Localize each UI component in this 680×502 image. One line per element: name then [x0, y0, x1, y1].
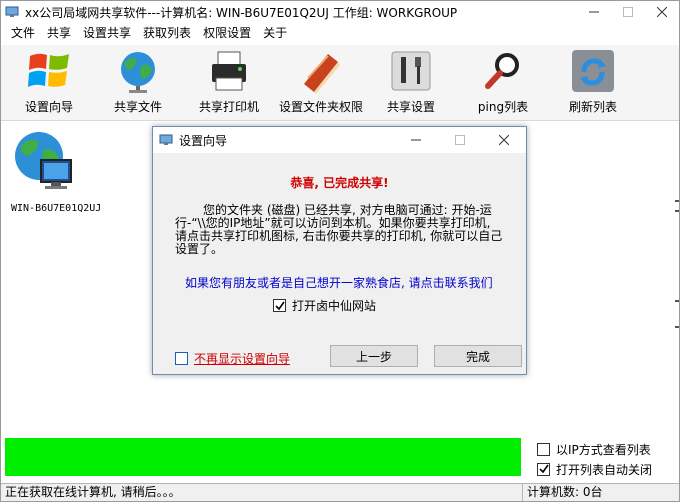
open-site-checkbox[interactable] — [273, 299, 286, 312]
menu-share-settings[interactable]: 设置共享 — [77, 23, 137, 43]
ip-view-checkbox[interactable] — [537, 442, 550, 456]
computer-item[interactable]: WIN-B6U7E01Q2UJ — [9, 126, 109, 214]
toolbar-label: 共享设置 — [386, 100, 435, 114]
progress-bar — [5, 438, 521, 476]
dialog-body-text: 您的文件夹 (磁盘) 已经共享, 对方电脑可通过: 开始-运行-“\\您的IP地… — [175, 203, 503, 256]
dialog-close-button[interactable] — [482, 127, 526, 153]
window-controls — [577, 1, 679, 23]
open-site-option[interactable]: 打开卤中仙网站 — [273, 297, 376, 314]
toolbar-label: 设置文件夹权限 — [278, 100, 363, 114]
dont-show-again-label: 不再显示设置向导 — [194, 352, 291, 366]
auto-close-checkbox[interactable] — [537, 462, 550, 476]
view-options: 以IP方式查看列表 打开列表自动关闭 — [537, 439, 677, 479]
auto-close-label: 打开列表自动关闭 — [556, 462, 653, 477]
dialog-title: 设置向导 — [179, 133, 228, 148]
title-bar: xx公司局域网共享软件---计算机名: WIN-B6U7E01Q2UJ 工作组:… — [1, 1, 679, 23]
computer-name: WIN-B6U7E01Q2UJ — [11, 203, 102, 214]
app-icon — [5, 6, 19, 17]
toolbar-label: 刷新列表 — [568, 100, 617, 114]
close-icon — [657, 7, 667, 17]
minimize-button[interactable] — [577, 1, 611, 23]
toolbar-folder-permissions[interactable]: 设置文件夹权限 — [277, 47, 365, 117]
toolbar-setup-wizard[interactable]: 设置向导 — [5, 47, 93, 117]
ip-view-option[interactable]: 以IP方式查看列表 — [537, 439, 677, 459]
toolbar-ping-list[interactable]: ping列表 — [459, 47, 547, 117]
toolbar-refresh-list[interactable]: 刷新列表 — [549, 47, 637, 117]
refresh-icon — [572, 50, 614, 92]
status-message: 正在获取在线计算机, 请稍后。。。 — [1, 484, 523, 501]
dialog-maximize-button — [438, 127, 482, 153]
dont-show-again-checkbox[interactable] — [175, 352, 188, 365]
close-button[interactable] — [645, 1, 679, 23]
network-computer-icon — [15, 132, 72, 189]
toolbar-share-printer[interactable]: 共享打印机 — [185, 47, 273, 117]
contact-us-link[interactable]: 如果您有朋友或者是自己想开一家熟食店, 请点击联系我们 — [185, 274, 493, 291]
dialog-controls — [394, 127, 526, 153]
ip-view-label: 以IP方式查看列表 — [556, 442, 651, 457]
printer-icon — [212, 51, 246, 91]
menu-about[interactable]: 关于 — [257, 23, 293, 43]
toolbar-label: ping列表 — [477, 100, 529, 114]
toolbar-share-files[interactable]: 共享文件 — [94, 47, 182, 117]
auto-close-option[interactable]: 打开列表自动关闭 — [537, 459, 677, 479]
toolbar-label: 设置向导 — [24, 100, 73, 114]
dialog-app-icon — [159, 134, 173, 145]
toolbar-label: 共享打印机 — [198, 100, 259, 114]
menu-permissions[interactable]: 权限设置 — [197, 23, 257, 43]
setup-wizard-dialog: 设置向导 恭喜, 已完成共享! 您的文件夹 (磁盘) 已经共享, 对方电脑可通过… — [152, 126, 527, 375]
toolbar-label: 共享文件 — [113, 100, 162, 114]
dialog-title-bar: 设置向导 — [153, 127, 526, 153]
checkmark-icon — [274, 301, 285, 310]
checkmark-icon — [538, 464, 549, 474]
maximize-button[interactable] — [611, 1, 645, 23]
menu-share[interactable]: 共享 — [41, 23, 77, 43]
globe-icon — [121, 52, 155, 93]
menu-file[interactable]: 文件 — [5, 23, 41, 43]
previous-button[interactable]: 上一步 — [330, 345, 418, 367]
status-bar: 正在获取在线计算机, 请稍后。。。 计算机数: 0台 — [1, 483, 679, 501]
windows-logo-icon — [28, 53, 69, 87]
toolbar: 设置向导 共享文件 共享打印机 设置文件夹权限 共享设置 ping列表 刷新列表 — [1, 45, 679, 121]
dialog-minimize-button[interactable] — [394, 127, 438, 153]
window-title: xx公司局域网共享软件---计算机名: WIN-B6U7E01Q2UJ 工作组:… — [25, 5, 458, 20]
dont-show-again-option[interactable]: 不再显示设置向导 — [175, 350, 290, 367]
menu-bar: 文件 共享 设置共享 获取列表 权限设置 关于 — [1, 23, 679, 43]
close-icon — [499, 135, 509, 145]
dialog-heading: 恭喜, 已完成共享! — [290, 176, 389, 190]
maximize-icon — [623, 7, 633, 17]
minimize-icon — [411, 139, 421, 141]
scroll-indicator — [675, 200, 679, 400]
menu-get-list[interactable]: 获取列表 — [137, 23, 197, 43]
minimize-icon — [589, 11, 599, 13]
magnifier-icon — [485, 53, 519, 89]
tools-icon — [391, 51, 431, 91]
toolbar-share-settings[interactable]: 共享设置 — [367, 47, 455, 117]
book-icon — [304, 54, 340, 94]
finish-button[interactable]: 完成 — [434, 345, 522, 367]
open-site-label: 打开卤中仙网站 — [292, 299, 377, 313]
main-window: xx公司局域网共享软件---计算机名: WIN-B6U7E01Q2UJ 工作组:… — [0, 0, 680, 502]
maximize-icon — [455, 135, 465, 145]
computer-count: 计算机数: 0台 — [527, 485, 603, 499]
